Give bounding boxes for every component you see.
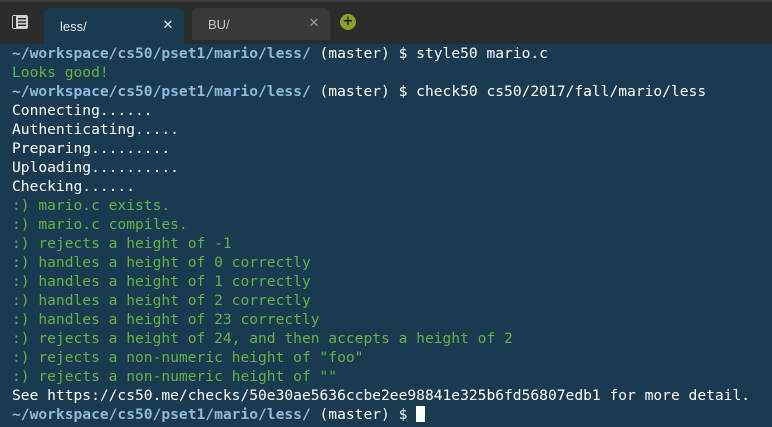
progress-line: Checking...... (12, 178, 136, 195)
close-icon[interactable]: ✕ (162, 19, 174, 32)
prompt-path: ~/workspace/cs50/pset1/mario/less/ (12, 83, 311, 100)
tab-less[interactable]: less/ ✕ (44, 8, 184, 44)
check-result: :) handles a height of 0 correctly (12, 254, 311, 271)
progress-line: Connecting...... (12, 102, 153, 119)
tab-bar: less/ ✕ BU/ ✕ + (0, 0, 772, 45)
check-result: :) rejects a non-numeric height of "" (12, 368, 338, 385)
check-result: :) mario.c exists. (12, 197, 171, 214)
close-icon[interactable]: ✕ (308, 17, 320, 30)
add-tab-icon[interactable]: + (340, 14, 356, 30)
terminal[interactable]: ~/workspace/cs50/pset1/mario/less/ (mast… (0, 44, 772, 427)
progress-line: Preparing......... (12, 140, 171, 157)
command: style50 mario.c (416, 45, 548, 62)
check-result: :) rejects a height of -1 (12, 235, 232, 252)
prompt-path: ~/workspace/cs50/pset1/mario/less/ (12, 406, 311, 423)
prompt-line: ~/workspace/cs50/pset1/mario/less/ (mast… (12, 44, 772, 63)
command: check50 cs50/2017/fall/mario/less (416, 83, 707, 100)
prompt-branch: (master) $ (310, 83, 417, 100)
tab-label: less/ (60, 18, 87, 34)
progress-line: Uploading.......... (12, 159, 179, 176)
prompt-path: ~/workspace/cs50/pset1/mario/less/ (12, 45, 311, 62)
text-cursor (416, 406, 426, 422)
check-result: :) handles a height of 2 correctly (12, 292, 311, 309)
check-result: :) mario.c compiles. (12, 216, 188, 233)
prompt-branch: (master) $ (310, 406, 417, 423)
menu-icon[interactable] (8, 12, 32, 32)
tab-bu[interactable]: BU/ ✕ (192, 8, 330, 40)
check-result: :) handles a height of 23 correctly (12, 311, 320, 328)
progress-line: Authenticating..... (12, 121, 179, 138)
tab-bar-top-line (0, 0, 772, 2)
check-result: :) handles a height of 1 correctly (12, 273, 311, 290)
check-result: :) rejects a height of 24, and then acce… (12, 330, 513, 347)
prompt-branch: (master) $ (310, 45, 417, 62)
prompt-line: ~/workspace/cs50/pset1/mario/less/ (mast… (12, 82, 772, 101)
see-more-line: See https://cs50.me/checks/50e30ae5636cc… (12, 387, 751, 404)
tab-label: BU/ (208, 16, 230, 32)
style-result: Looks good! (12, 64, 109, 81)
check-result: :) rejects a non-numeric height of "foo" (12, 349, 364, 366)
prompt-line: ~/workspace/cs50/pset1/mario/less/ (mast… (12, 405, 772, 424)
